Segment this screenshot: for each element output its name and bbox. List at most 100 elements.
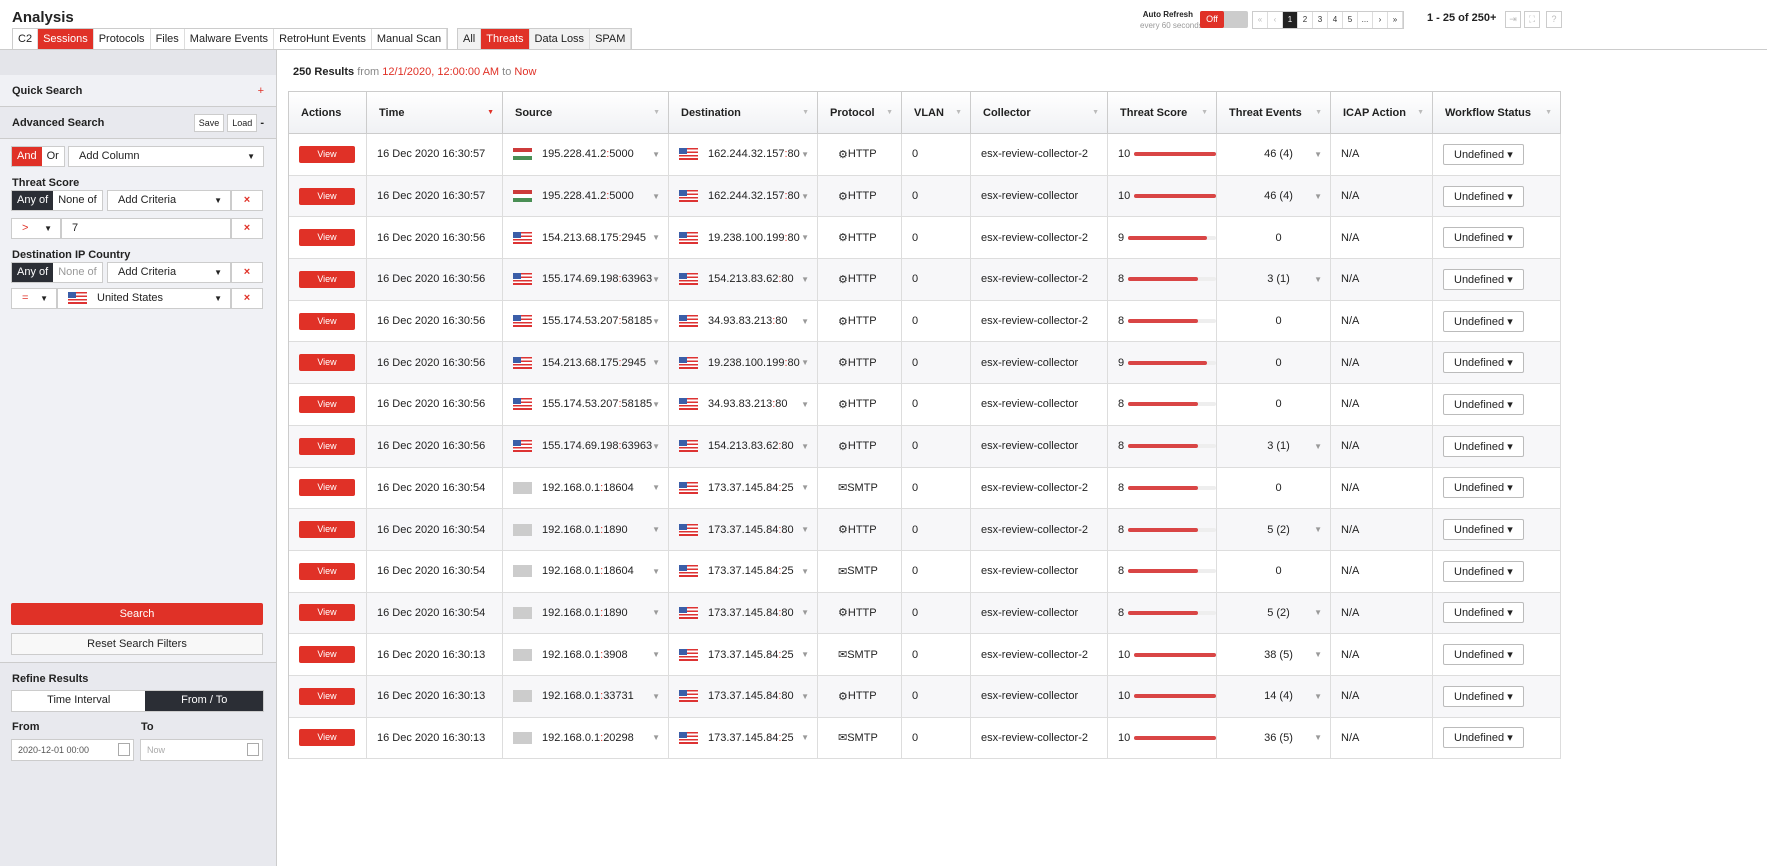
workflow-status-dropdown[interactable]: Undefined ▾ xyxy=(1443,685,1524,707)
dropdown-caret-icon[interactable]: ▼ xyxy=(652,150,660,159)
dropdown-caret-icon[interactable]: ▼ xyxy=(801,400,809,409)
workflow-status-dropdown[interactable]: Undefined ▾ xyxy=(1443,310,1524,332)
save-button[interactable]: Save xyxy=(193,113,225,132)
export-icon[interactable]: ⇥ xyxy=(1505,11,1521,28)
last-page-icon[interactable]: » xyxy=(1388,12,1403,28)
workflow-status-dropdown[interactable]: Undefined ▾ xyxy=(1443,519,1524,541)
dropdown-caret-icon[interactable]: ▼ xyxy=(1314,692,1322,701)
add-criteria-select[interactable]: Add Criteria ▼ xyxy=(107,262,231,283)
dropdown-caret-icon[interactable]: ▼ xyxy=(801,608,809,617)
column-header-protocol[interactable]: Protocol ▼ xyxy=(818,92,902,134)
dropdown-caret-icon[interactable]: ▼ xyxy=(652,567,660,576)
workflow-status-dropdown[interactable]: Undefined ▾ xyxy=(1443,477,1524,499)
from-to-tab[interactable]: From / To xyxy=(145,691,263,711)
from-date-input[interactable]: 2020-12-01 00:00 xyxy=(11,739,134,761)
next-page-icon[interactable]: › xyxy=(1373,12,1388,28)
column-header-actions[interactable]: Actions xyxy=(289,92,367,134)
column-header-threat-score[interactable]: Threat Score ▼ xyxy=(1108,92,1217,134)
workflow-status-dropdown[interactable]: Undefined ▾ xyxy=(1443,268,1524,290)
expand-icon[interactable]: + xyxy=(258,85,264,97)
remove-value-button[interactable]: × xyxy=(231,288,263,309)
or-toggle[interactable]: Or xyxy=(42,147,64,166)
threat-events[interactable]: 36 (5) xyxy=(1264,732,1293,744)
sort-caret-icon[interactable]: ▼ xyxy=(1092,92,1099,134)
dropdown-caret-icon[interactable]: ▼ xyxy=(652,400,660,409)
calendar-icon[interactable] xyxy=(118,743,130,756)
view-button[interactable]: View xyxy=(299,270,355,288)
view-button[interactable]: View xyxy=(299,521,355,539)
dropdown-caret-icon[interactable]: ▼ xyxy=(1314,650,1322,659)
tab-retrohunt-events[interactable]: RetroHunt Events xyxy=(274,29,372,50)
country-select[interactable]: United States ▼ xyxy=(57,288,231,309)
dropdown-caret-icon[interactable]: ▼ xyxy=(652,317,660,326)
none-of-toggle[interactable]: None of xyxy=(53,263,102,282)
workflow-status-dropdown[interactable]: Undefined ▾ xyxy=(1443,185,1524,207)
threat-events[interactable]: 0 xyxy=(1275,357,1281,369)
view-button[interactable]: View xyxy=(299,187,355,205)
column-header-time[interactable]: Time ▼ xyxy=(367,92,503,134)
tab-c2[interactable]: C2 xyxy=(13,29,39,50)
tab-data-loss[interactable]: Data Loss xyxy=(530,29,591,50)
page-1[interactable]: 1 xyxy=(1283,12,1298,28)
dropdown-caret-icon[interactable]: ▼ xyxy=(801,650,809,659)
column-header-icap-action[interactable]: ICAP Action ▼ xyxy=(1331,92,1433,134)
tab-spam[interactable]: SPAM xyxy=(590,29,632,50)
remove-filter-button[interactable]: × xyxy=(231,190,263,211)
view-button[interactable]: View xyxy=(299,646,355,664)
dropdown-caret-icon[interactable]: ▼ xyxy=(801,442,809,451)
dropdown-caret-icon[interactable]: ▼ xyxy=(652,525,660,534)
and-toggle[interactable]: And xyxy=(12,147,42,166)
threat-events[interactable]: 46 (4) xyxy=(1264,148,1293,160)
threat-events[interactable]: 14 (4) xyxy=(1264,690,1293,702)
dropdown-caret-icon[interactable]: ▼ xyxy=(652,733,660,742)
column-header-collector[interactable]: Collector ▼ xyxy=(971,92,1108,134)
dropdown-caret-icon[interactable]: ▼ xyxy=(801,317,809,326)
sort-caret-icon[interactable]: ▼ xyxy=(1201,92,1208,134)
dropdown-caret-icon[interactable]: ▼ xyxy=(1314,608,1322,617)
page-3[interactable]: 3 xyxy=(1313,12,1328,28)
sort-caret-icon[interactable]: ▼ xyxy=(1417,92,1424,134)
workflow-status-dropdown[interactable]: Undefined ▾ xyxy=(1443,227,1524,249)
threat-events[interactable]: 3 (1) xyxy=(1267,440,1290,452)
fullscreen-icon[interactable]: ⛶ xyxy=(1524,11,1540,28)
dropdown-caret-icon[interactable]: ▼ xyxy=(652,442,660,451)
threat-events[interactable]: 0 xyxy=(1275,398,1281,410)
remove-filter-button[interactable]: × xyxy=(231,262,263,283)
dropdown-caret-icon[interactable]: ▼ xyxy=(652,608,660,617)
first-page-icon[interactable]: « xyxy=(1253,12,1268,28)
page-5[interactable]: 5 xyxy=(1343,12,1358,28)
any-of-toggle[interactable]: Any of xyxy=(12,263,54,282)
workflow-status-dropdown[interactable]: Undefined ▾ xyxy=(1443,602,1524,624)
view-button[interactable]: View xyxy=(299,729,355,747)
column-header-source[interactable]: Source ▼ xyxy=(503,92,669,134)
threat-events[interactable]: 5 (2) xyxy=(1267,607,1290,619)
sort-caret-icon[interactable]: ▼ xyxy=(802,92,809,134)
view-button[interactable]: View xyxy=(299,437,355,455)
dropdown-caret-icon[interactable]: ▼ xyxy=(652,483,660,492)
sort-caret-icon[interactable]: ▼ xyxy=(1315,92,1322,134)
column-header-vlan[interactable]: VLAN ▼ xyxy=(902,92,971,134)
time-interval-tab[interactable]: Time Interval xyxy=(12,691,145,711)
view-button[interactable]: View xyxy=(299,562,355,580)
view-button[interactable]: View xyxy=(299,479,355,497)
workflow-status-dropdown[interactable]: Undefined ▾ xyxy=(1443,560,1524,582)
view-button[interactable]: View xyxy=(299,395,355,413)
add-criteria-select[interactable]: Add Criteria ▼ xyxy=(107,190,231,211)
search-button[interactable]: Search xyxy=(11,603,263,625)
workflow-status-dropdown[interactable]: Undefined ▾ xyxy=(1443,143,1524,165)
to-date-input[interactable]: Now xyxy=(140,739,263,761)
sort-caret-icon[interactable]: ▼ xyxy=(1545,92,1552,134)
dropdown-caret-icon[interactable]: ▼ xyxy=(652,650,660,659)
dropdown-caret-icon[interactable]: ▼ xyxy=(801,275,809,284)
page-2[interactable]: 2 xyxy=(1298,12,1313,28)
view-button[interactable]: View xyxy=(299,354,355,372)
workflow-status-dropdown[interactable]: Undefined ▾ xyxy=(1443,393,1524,415)
column-header-threat-events[interactable]: Threat Events ▼ xyxy=(1217,92,1331,134)
tab-malware-events[interactable]: Malware Events xyxy=(185,29,275,50)
workflow-status-dropdown[interactable]: Undefined ▾ xyxy=(1443,727,1524,749)
dropdown-caret-icon[interactable]: ▼ xyxy=(1314,525,1322,534)
tab-files[interactable]: Files xyxy=(151,29,185,50)
dropdown-caret-icon[interactable]: ▼ xyxy=(801,233,809,242)
sort-caret-icon[interactable]: ▼ xyxy=(487,92,494,134)
dropdown-caret-icon[interactable]: ▼ xyxy=(1314,442,1322,451)
